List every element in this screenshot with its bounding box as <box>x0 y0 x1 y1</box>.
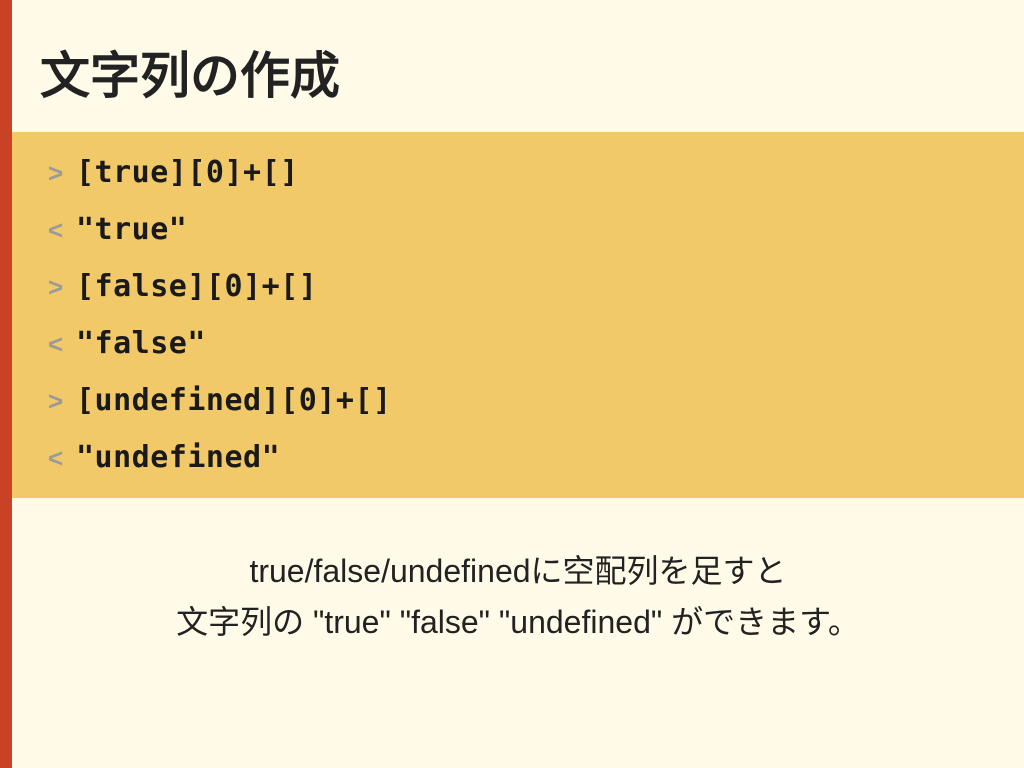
code-text: [undefined][0]+[] <box>76 378 392 423</box>
input-arrow-icon: > <box>48 268 76 307</box>
code-text: "undefined" <box>76 435 280 480</box>
output-arrow-icon: < <box>48 325 76 364</box>
code-text: "false" <box>76 321 206 366</box>
input-arrow-icon: > <box>48 154 76 193</box>
caption-line-2: 文字列の "true" "false" "undefined" ができます。 <box>36 597 1000 648</box>
code-line: > [true][0]+[] <box>12 144 1024 201</box>
slide-title: 文字列の作成 <box>12 0 1024 132</box>
output-arrow-icon: < <box>48 439 76 478</box>
code-text: [true][0]+[] <box>76 150 299 195</box>
code-line: < "false" <box>12 315 1024 372</box>
code-line: < "true" <box>12 201 1024 258</box>
code-text: "true" <box>76 207 187 252</box>
code-line: > [false][0]+[] <box>12 258 1024 315</box>
input-arrow-icon: > <box>48 382 76 421</box>
code-line: > [undefined][0]+[] <box>12 372 1024 429</box>
output-arrow-icon: < <box>48 211 76 250</box>
caption-line-1: true/false/undefinedに空配列を足すと <box>36 546 1000 597</box>
slide-caption: true/false/undefinedに空配列を足すと 文字列の "true"… <box>12 546 1024 648</box>
code-line: < "undefined" <box>12 429 1024 486</box>
code-block: > [true][0]+[] < "true" > [false][0]+[] … <box>12 132 1024 498</box>
code-text: [false][0]+[] <box>76 264 317 309</box>
